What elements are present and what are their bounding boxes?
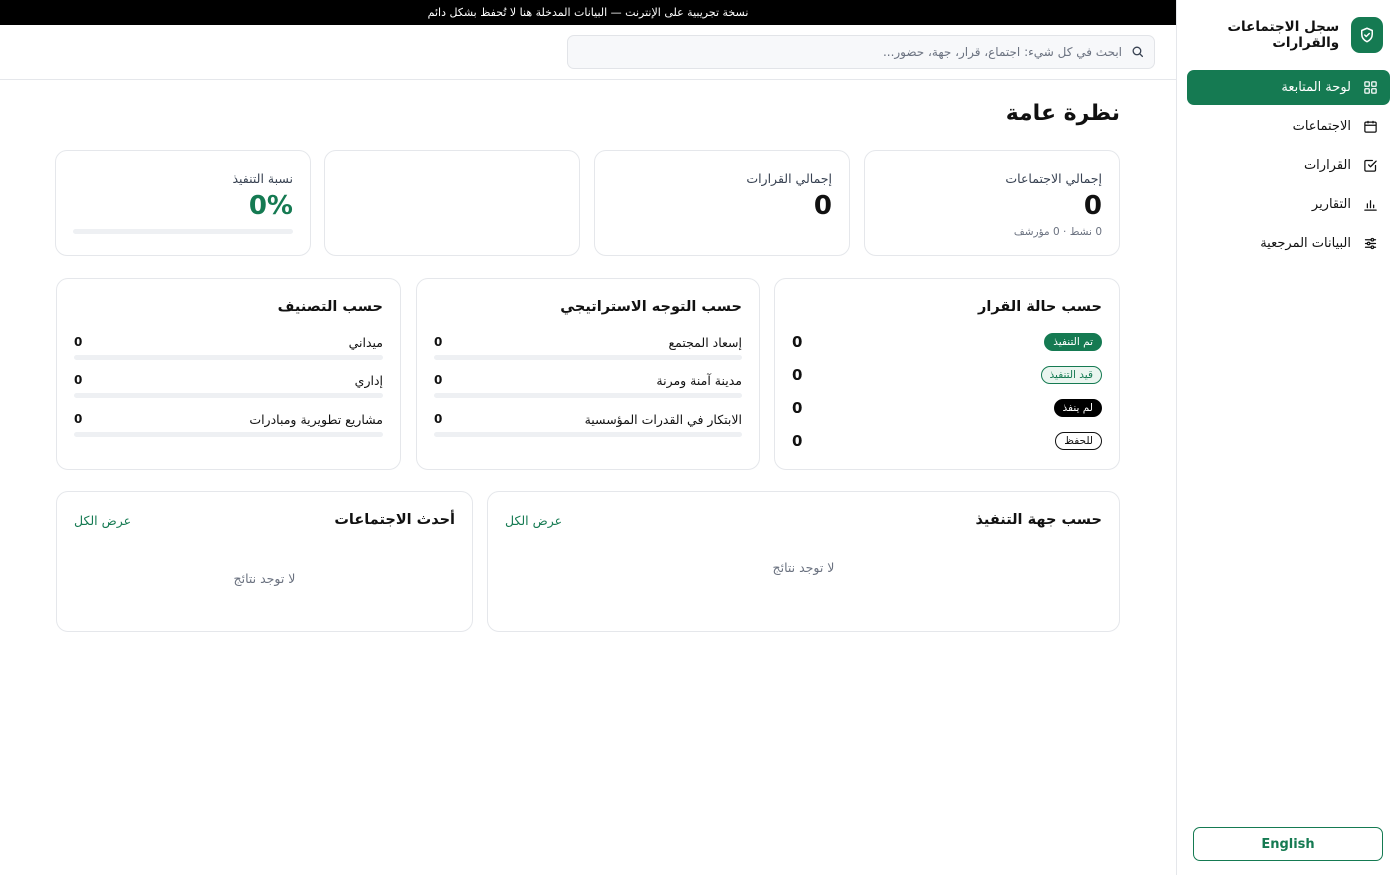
demo-banner-text: نسخة تجريبية على الإنترنت — البيانات الم…: [427, 6, 749, 19]
sidebar-item-label: التقارير: [1311, 197, 1351, 212]
bar-label: إداري: [354, 373, 383, 388]
bar-row: مشاريع تطويرية ومبادرات 0: [74, 412, 383, 440]
checkbox-icon: [1362, 158, 1378, 174]
sidebar-item-dashboard[interactable]: لوحة المتابعة: [1187, 70, 1390, 105]
stat-label: إجمالي الاجتماعات: [1005, 171, 1102, 186]
bar-track: [74, 355, 383, 360]
status-row: لم ينفذ 0: [792, 398, 1102, 418]
sidebar-item-meetings[interactable]: الاجتماعات: [1187, 109, 1390, 144]
bar-value: 0: [434, 335, 443, 349]
calendar-icon: [1362, 119, 1378, 135]
status-badge-done: تم التنفيذ: [1044, 333, 1102, 351]
bar-value: 0: [434, 412, 443, 426]
card-title: حسب حالة القرار: [978, 299, 1102, 315]
card-title: حسب جهة التنفيذ: [975, 512, 1102, 528]
sidebar-item-label: القرارات: [1303, 158, 1351, 173]
sidebar-item-label: الاجتماعات: [1292, 119, 1351, 134]
empty-state: لا توجد نتائج: [233, 571, 296, 586]
latest-meetings-card: أحدث الاجتماعات عرض الكل لا توجد نتائج: [56, 491, 473, 632]
bar-row: مدينة آمنة ومرنة 0: [434, 373, 742, 401]
sidebar-nav: لوحة المتابعة الاجتماعات القرارات التقار…: [1187, 70, 1390, 265]
bar-label: إسعاد المجتمع: [668, 335, 742, 350]
stat-card-total-meetings: إجمالي الاجتماعات 0 0 نشط · 0 مؤرشف: [864, 150, 1120, 256]
stat-card-total-decisions: إجمالي القرارات 0: [594, 150, 850, 256]
bar-value: 0: [434, 373, 443, 387]
bar-label: مدينة آمنة ومرنة: [656, 373, 742, 388]
status-row: تم التنفيذ 0: [792, 332, 1102, 352]
status-count: 0: [792, 366, 803, 384]
stat-value: 0: [1083, 191, 1102, 221]
dashboard-icon: [1362, 80, 1378, 96]
stat-card-empty: [324, 150, 580, 256]
search-input[interactable]: [602, 45, 1122, 59]
execution-progress-bar: [73, 229, 293, 234]
bar-row: ميداني 0: [74, 335, 383, 363]
bar-value: 0: [74, 373, 83, 387]
brand-title: سجل الاجتماعات والقرارات: [1227, 19, 1340, 51]
page-title: نظرة عامة: [1005, 101, 1120, 126]
status-count: 0: [792, 432, 803, 450]
search-icon: [1131, 43, 1144, 62]
language-toggle-button[interactable]: English: [1193, 827, 1383, 861]
status-row: للحفظ 0: [792, 431, 1102, 451]
bar-track: [434, 355, 742, 360]
stat-value: 0%: [248, 191, 293, 221]
bar-value: 0: [74, 335, 83, 349]
sliders-icon: [1362, 236, 1378, 252]
status-badge-not-done: لم ينفذ: [1053, 399, 1102, 417]
stat-label: نسبة التنفيذ: [232, 171, 293, 186]
status-count: 0: [792, 333, 803, 351]
stat-value: 0: [813, 191, 832, 221]
bar-chart-icon: [1362, 197, 1378, 213]
view-all-link[interactable]: عرض الكل: [74, 513, 131, 528]
sidebar-item-reference-data[interactable]: البيانات المرجعية: [1187, 226, 1390, 261]
brand[interactable]: سجل الاجتماعات والقرارات: [1177, 17, 1383, 53]
stat-label: إجمالي القرارات: [746, 171, 832, 186]
top-header: [0, 25, 1176, 80]
status-count: 0: [792, 399, 803, 417]
strategic-direction-card: حسب التوجه الاستراتيجي إسعاد المجتمع 0 م…: [416, 278, 760, 470]
card-title: حسب التصنيف: [277, 299, 383, 315]
bar-value: 0: [74, 412, 83, 426]
global-search[interactable]: [567, 35, 1155, 69]
sidebar: سجل الاجتماعات والقرارات لوحة المتابعة ا…: [1176, 0, 1400, 875]
category-card: حسب التصنيف ميداني 0 إداري 0 مشاريع تطوي…: [56, 278, 401, 470]
bar-track: [434, 393, 742, 398]
bar-row: إداري 0: [74, 373, 383, 401]
bar-label: الابتكار في القدرات المؤسسية: [584, 412, 742, 427]
empty-state: لا توجد نتائج: [772, 560, 835, 575]
demo-banner: نسخة تجريبية على الإنترنت — البيانات الم…: [0, 0, 1176, 25]
stat-subtext: 0 نشط · 0 مؤرشف: [1013, 226, 1102, 238]
stat-card-execution-rate: نسبة التنفيذ 0%: [55, 150, 311, 256]
sidebar-item-decisions[interactable]: القرارات: [1187, 148, 1390, 183]
bar-row: الابتكار في القدرات المؤسسية 0: [434, 412, 742, 440]
bar-track: [74, 393, 383, 398]
bar-track: [74, 432, 383, 437]
bar-label: ميداني: [348, 335, 383, 350]
sidebar-item-label: البيانات المرجعية: [1260, 236, 1351, 251]
card-title: حسب التوجه الاستراتيجي: [560, 299, 742, 315]
status-badge-in-progress: قيد التنفيذ: [1040, 366, 1102, 384]
bar-row: إسعاد المجتمع 0: [434, 335, 742, 363]
sidebar-item-label: لوحة المتابعة: [1281, 80, 1351, 95]
execution-entity-card: حسب جهة التنفيذ عرض الكل لا توجد نتائج: [487, 491, 1120, 632]
view-all-link[interactable]: عرض الكل: [505, 513, 562, 528]
sidebar-item-reports[interactable]: التقارير: [1187, 187, 1390, 222]
shield-check-icon: [1351, 17, 1383, 53]
bar-track: [434, 432, 742, 437]
bar-label: مشاريع تطويرية ومبادرات: [249, 412, 383, 427]
decision-status-card: حسب حالة القرار تم التنفيذ 0 قيد التنفيذ…: [774, 278, 1120, 470]
status-row: قيد التنفيذ 0: [792, 365, 1102, 385]
status-badge-for-record: للحفظ: [1055, 432, 1102, 450]
card-title: أحدث الاجتماعات: [334, 512, 455, 528]
